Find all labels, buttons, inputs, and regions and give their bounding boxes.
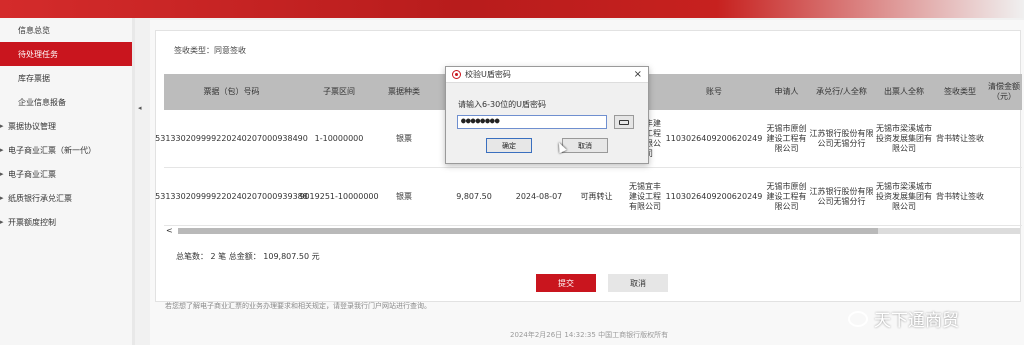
- password-prompt: 请输入6-30位的U盾密码: [458, 100, 547, 109]
- top-banner: [0, 0, 1024, 18]
- sidebar-item-quota-control[interactable]: ▸ 开票额度控制: [0, 210, 135, 234]
- cell-account: 110302640920062024​9: [665, 134, 763, 143]
- sidebar: 信息总览 待处理任务 库存票据 企业信息报备 ▸ 票据协议管理 ▸ 电子商业汇票（新…: [0, 18, 135, 345]
- caret-right-icon: ▸: [0, 170, 4, 178]
- copyright-line: 2024年2月26日 14:32:35 中国工商银行版权所有: [510, 331, 669, 339]
- col-range: 子票区间: [323, 87, 355, 96]
- cell-drawer-name: 无锡宜丰建设工程有限公司: [629, 182, 661, 211]
- col-account: 账号: [706, 87, 722, 96]
- sidebar-item-paper-draft[interactable]: ▸ 纸质银行承兑汇票: [0, 186, 135, 210]
- sidebar-item-enterprise-info[interactable]: 企业信息报备: [0, 90, 135, 114]
- usb-key-password-dialog: 校验U盾密码 × 请输入6-30位的U盾密码 ●●●●●●●● 确定 取消: [445, 66, 649, 164]
- sidebar-item-bill-agreement[interactable]: ▸ 票据协议管理: [0, 114, 135, 138]
- sidebar-item-overview[interactable]: 信息总览: [0, 18, 135, 42]
- col-drawer-full: 出票人全称: [884, 87, 924, 96]
- cell-transfer: 可再转让: [580, 192, 613, 201]
- sidebar-item-stock-bills[interactable]: 库存票据: [0, 66, 135, 90]
- cell-drawer-full: 无锡市梁溪城市投资发展集团有限公司: [876, 124, 932, 153]
- watermark-text: 天下通商贸: [874, 311, 959, 331]
- scroll-thumb[interactable]: [178, 228, 878, 234]
- cell-sign-type: 背书转让签收: [936, 134, 984, 143]
- col-applicant: 申请人: [774, 87, 799, 96]
- caret-right-icon: ▸: [0, 146, 4, 154]
- col-bill-no: 票据（包）号码: [203, 87, 260, 96]
- cell-due-date: 2024-08-07: [515, 192, 563, 201]
- sidebar-item-pending-tasks[interactable]: 待处理任务: [0, 42, 135, 66]
- collapse-sidebar-icon[interactable]: ◂: [138, 104, 142, 112]
- col-sign-type: 签收类型: [944, 87, 976, 96]
- watermark: 天下通商贸: [848, 306, 959, 331]
- caret-right-icon: ▸: [0, 122, 4, 130]
- dialog-title: 校验U盾密码: [465, 70, 511, 79]
- cell-range: 9019251-10000000: [299, 192, 379, 201]
- cell-applicant: 无锡市原创建设工程有限公司: [766, 182, 807, 211]
- cell-range: 1-10000000: [314, 134, 364, 143]
- cell-acceptor: 江苏银行股份有限公司无锡分行: [809, 187, 874, 206]
- cell-applicant: 无锡市原创建设工程有限公司: [766, 124, 807, 153]
- cell-bill-no: 531330209999220240207000939388: [155, 192, 308, 201]
- dialog-cancel-button[interactable]: 取消: [562, 138, 608, 153]
- totals-summary: 总笔数： 2 笔 总金额： 109,807.50 元: [176, 252, 320, 261]
- cancel-button[interactable]: 取消: [608, 274, 668, 292]
- cell-kind: 银票: [396, 134, 412, 143]
- caret-right-icon: ▸: [0, 194, 4, 202]
- col-clear-amount: 清偿金额（元）: [988, 82, 1020, 101]
- sign-type-label: 签收类型：同意签收: [174, 46, 246, 55]
- password-input[interactable]: ●●●●●●●●: [457, 115, 607, 129]
- scroll-left-icon[interactable]: <: [166, 226, 173, 235]
- col-kind: 票据种类: [388, 87, 420, 96]
- help-footnote: 若您想了解电子商业汇票的业务办理要求和相关规定，请登录我行门户网站进行查询。: [165, 302, 431, 310]
- submit-button[interactable]: 提交: [536, 274, 596, 292]
- bank-logo-icon: [452, 70, 461, 79]
- col-acceptor: 承兑行/人全称: [816, 87, 867, 96]
- sidebar-divider: [132, 18, 135, 345]
- cell-kind: 银票: [396, 192, 412, 201]
- keyboard-icon: [619, 119, 629, 125]
- dialog-ok-button[interactable]: 确定: [486, 138, 532, 153]
- sidebar-item-e-draft-new[interactable]: ▸ 电子商业汇票（新一代）: [0, 138, 135, 162]
- cell-account: 110302640920062024​9: [665, 192, 763, 201]
- caret-right-icon: ▸: [0, 218, 4, 226]
- cell-sign-type: 背书转让签收: [936, 192, 984, 201]
- table-row[interactable]: 531330209999220240207000939388 9019251-1…: [155, 168, 1022, 226]
- cell-acceptor: 江苏银行股份有限公司无锡分行: [809, 129, 874, 148]
- cell-bill-no: 531330209999220240207000938490: [155, 134, 308, 143]
- cell-amount: 9,807.50: [456, 192, 492, 201]
- soft-keyboard-button[interactable]: [614, 115, 634, 129]
- cell-drawer-full: 无锡市梁溪城市投资发展集团有限公司: [876, 182, 932, 211]
- dialog-titlebar: 校验U盾密码 ×: [446, 67, 648, 83]
- sidebar-item-e-draft[interactable]: ▸ 电子商业汇票: [0, 162, 135, 186]
- close-icon[interactable]: ×: [634, 69, 642, 80]
- horizontal-scrollbar[interactable]: <: [166, 226, 1022, 235]
- weibo-logo-icon: [848, 310, 868, 327]
